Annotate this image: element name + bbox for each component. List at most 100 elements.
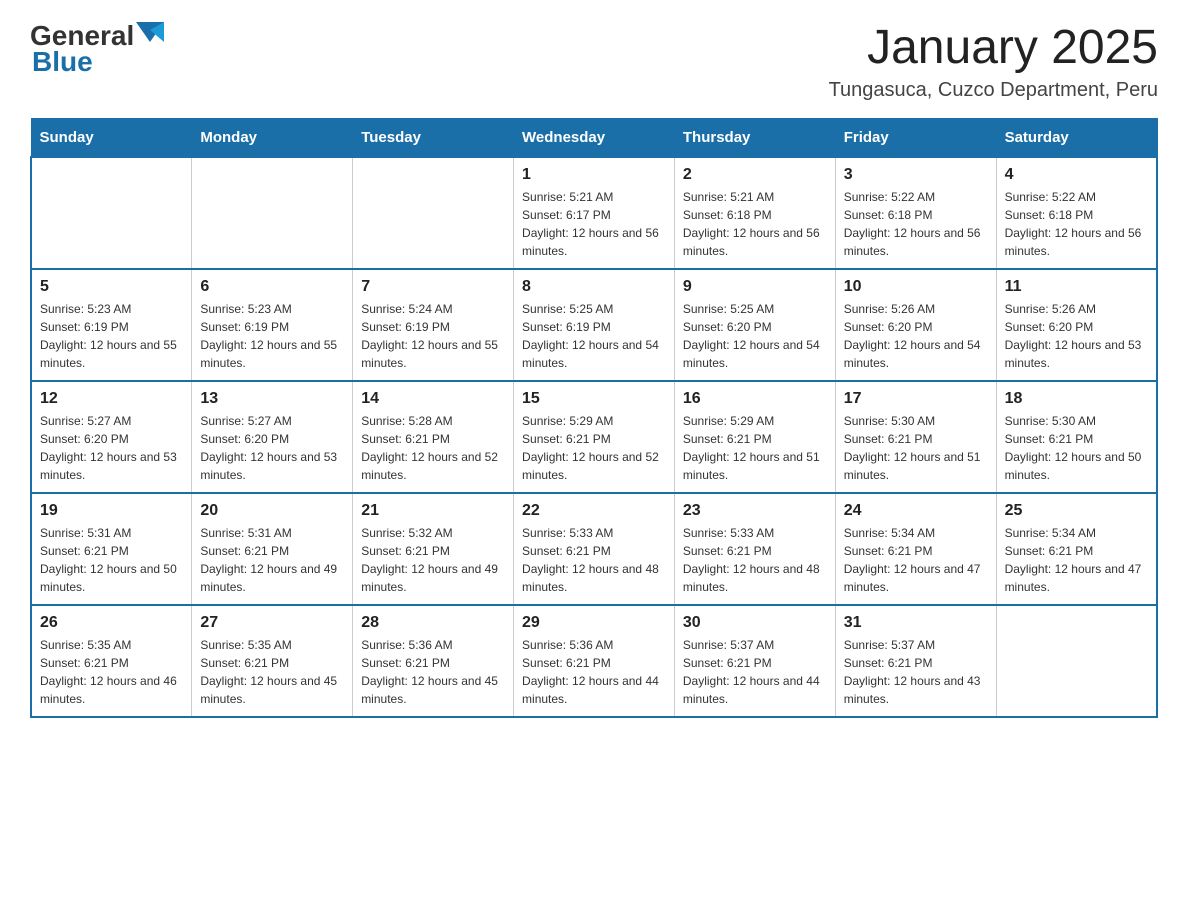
logo-blue-text: Blue <box>32 46 93 78</box>
header-cell-monday: Monday <box>192 119 353 158</box>
day-cell: 16Sunrise: 5:29 AMSunset: 6:21 PMDayligh… <box>674 381 835 493</box>
day-cell: 24 Sunrise: 5:34 AMSunset: 6:21 PMDayligh… <box>835 493 996 605</box>
day-cell <box>192 157 353 269</box>
day-number: 31 <box>844 614 988 632</box>
day-cell: 3 Sunrise: 5:22 AMSunset: 6:18 PMDaylight… <box>835 157 996 269</box>
day-info: Sunrise: 5:27 AMSunset: 6:20 PMDaylight:… <box>40 412 183 484</box>
week-row-3: 12 Sunrise: 5:27 AMSunset: 6:20 PMDayligh… <box>31 381 1157 493</box>
title-area: January 2025 Tungasuca, Cuzco Department… <box>829 20 1158 102</box>
calendar-body: 1Sunrise: 5:21 AMSunset: 6:17 PMDaylight… <box>31 157 1157 717</box>
day-number: 3 <box>844 166 988 184</box>
day-info: Sunrise: 5:29 AMSunset: 6:21 PMDaylight:… <box>522 412 666 484</box>
day-cell: 7 Sunrise: 5:24 AMSunset: 6:19 PMDaylight… <box>353 269 514 381</box>
day-info: Sunrise: 5:30 AMSunset: 6:21 PMDaylight:… <box>844 412 988 484</box>
day-cell: 19 Sunrise: 5:31 AMSunset: 6:21 PMDayligh… <box>31 493 192 605</box>
day-cell: 6 Sunrise: 5:23 AMSunset: 6:19 PMDaylight… <box>192 269 353 381</box>
day-cell: 30Sunrise: 5:37 AMSunset: 6:21 PMDayligh… <box>674 605 835 717</box>
header-row: SundayMondayTuesdayWednesdayThursdayFrid… <box>31 119 1157 158</box>
day-number: 1 <box>522 166 666 184</box>
logo-icon <box>136 22 164 50</box>
day-info: Sunrise: 5:24 AMSunset: 6:19 PMDaylight:… <box>361 300 505 372</box>
header-cell-tuesday: Tuesday <box>353 119 514 158</box>
week-row-1: 1Sunrise: 5:21 AMSunset: 6:17 PMDaylight… <box>31 157 1157 269</box>
day-number: 13 <box>200 390 344 408</box>
day-cell: 13Sunrise: 5:27 AMSunset: 6:20 PMDayligh… <box>192 381 353 493</box>
day-number: 25 <box>1005 502 1148 520</box>
day-cell: 15 Sunrise: 5:29 AMSunset: 6:21 PMDayligh… <box>514 381 675 493</box>
header-cell-friday: Friday <box>835 119 996 158</box>
day-number: 26 <box>40 614 183 632</box>
day-cell: 22Sunrise: 5:33 AMSunset: 6:21 PMDayligh… <box>514 493 675 605</box>
header-cell-sunday: Sunday <box>31 119 192 158</box>
day-info: Sunrise: 5:33 AMSunset: 6:21 PMDaylight:… <box>522 524 666 596</box>
day-info: Sunrise: 5:22 AMSunset: 6:18 PMDaylight:… <box>844 188 988 260</box>
day-cell: 2Sunrise: 5:21 AMSunset: 6:18 PMDaylight… <box>674 157 835 269</box>
day-number: 11 <box>1005 278 1148 296</box>
day-info: Sunrise: 5:31 AMSunset: 6:21 PMDaylight:… <box>200 524 344 596</box>
day-number: 8 <box>522 278 666 296</box>
day-info: Sunrise: 5:25 AMSunset: 6:20 PMDaylight:… <box>683 300 827 372</box>
day-number: 4 <box>1005 166 1148 184</box>
day-number: 12 <box>40 390 183 408</box>
day-info: Sunrise: 5:35 AMSunset: 6:21 PMDaylight:… <box>40 636 183 708</box>
day-cell: 8Sunrise: 5:25 AMSunset: 6:19 PMDaylight… <box>514 269 675 381</box>
page-header: General Blue January 2025 Tungasuca, Cuz… <box>30 20 1158 102</box>
week-row-5: 26 Sunrise: 5:35 AMSunset: 6:21 PMDayligh… <box>31 605 1157 717</box>
calendar-subtitle: Tungasuca, Cuzco Department, Peru <box>829 79 1158 102</box>
day-cell: 27Sunrise: 5:35 AMSunset: 6:21 PMDayligh… <box>192 605 353 717</box>
day-number: 29 <box>522 614 666 632</box>
day-number: 6 <box>200 278 344 296</box>
day-number: 17 <box>844 390 988 408</box>
day-info: Sunrise: 5:26 AMSunset: 6:20 PMDaylight:… <box>1005 300 1148 372</box>
day-number: 9 <box>683 278 827 296</box>
day-info: Sunrise: 5:26 AMSunset: 6:20 PMDaylight:… <box>844 300 988 372</box>
day-info: Sunrise: 5:36 AMSunset: 6:21 PMDaylight:… <box>522 636 666 708</box>
day-info: Sunrise: 5:33 AMSunset: 6:21 PMDaylight:… <box>683 524 827 596</box>
calendar-header: SundayMondayTuesdayWednesdayThursdayFrid… <box>31 119 1157 158</box>
day-number: 30 <box>683 614 827 632</box>
day-number: 10 <box>844 278 988 296</box>
day-info: Sunrise: 5:23 AMSunset: 6:19 PMDaylight:… <box>200 300 344 372</box>
header-cell-wednesday: Wednesday <box>514 119 675 158</box>
day-info: Sunrise: 5:23 AMSunset: 6:19 PMDaylight:… <box>40 300 183 372</box>
day-number: 15 <box>522 390 666 408</box>
day-info: Sunrise: 5:31 AMSunset: 6:21 PMDaylight:… <box>40 524 183 596</box>
day-info: Sunrise: 5:34 AMSunset: 6:21 PMDaylight:… <box>844 524 988 596</box>
day-cell: 28Sunrise: 5:36 AMSunset: 6:21 PMDayligh… <box>353 605 514 717</box>
header-cell-saturday: Saturday <box>996 119 1157 158</box>
day-cell: 9 Sunrise: 5:25 AMSunset: 6:20 PMDaylight… <box>674 269 835 381</box>
day-cell <box>353 157 514 269</box>
day-number: 5 <box>40 278 183 296</box>
day-number: 20 <box>200 502 344 520</box>
day-info: Sunrise: 5:21 AMSunset: 6:18 PMDaylight:… <box>683 188 827 260</box>
day-cell: 12 Sunrise: 5:27 AMSunset: 6:20 PMDayligh… <box>31 381 192 493</box>
day-info: Sunrise: 5:37 AMSunset: 6:21 PMDaylight:… <box>844 636 988 708</box>
day-cell: 4 Sunrise: 5:22 AMSunset: 6:18 PMDaylight… <box>996 157 1157 269</box>
logo: General Blue <box>30 20 166 78</box>
day-number: 28 <box>361 614 505 632</box>
header-cell-thursday: Thursday <box>674 119 835 158</box>
day-number: 18 <box>1005 390 1148 408</box>
day-cell: 23 Sunrise: 5:33 AMSunset: 6:21 PMDayligh… <box>674 493 835 605</box>
day-info: Sunrise: 5:35 AMSunset: 6:21 PMDaylight:… <box>200 636 344 708</box>
day-number: 23 <box>683 502 827 520</box>
calendar-table: SundayMondayTuesdayWednesdayThursdayFrid… <box>30 118 1158 718</box>
day-number: 14 <box>361 390 505 408</box>
day-number: 7 <box>361 278 505 296</box>
day-cell: 11 Sunrise: 5:26 AMSunset: 6:20 PMDayligh… <box>996 269 1157 381</box>
day-cell: 25Sunrise: 5:34 AMSunset: 6:21 PMDayligh… <box>996 493 1157 605</box>
week-row-4: 19 Sunrise: 5:31 AMSunset: 6:21 PMDayligh… <box>31 493 1157 605</box>
day-info: Sunrise: 5:32 AMSunset: 6:21 PMDaylight:… <box>361 524 505 596</box>
day-number: 24 <box>844 502 988 520</box>
day-cell: 20 Sunrise: 5:31 AMSunset: 6:21 PMDayligh… <box>192 493 353 605</box>
day-cell <box>31 157 192 269</box>
calendar-title: January 2025 <box>829 20 1158 75</box>
day-info: Sunrise: 5:30 AMSunset: 6:21 PMDaylight:… <box>1005 412 1148 484</box>
day-cell: 10 Sunrise: 5:26 AMSunset: 6:20 PMDayligh… <box>835 269 996 381</box>
week-row-2: 5 Sunrise: 5:23 AMSunset: 6:19 PMDaylight… <box>31 269 1157 381</box>
day-info: Sunrise: 5:22 AMSunset: 6:18 PMDaylight:… <box>1005 188 1148 260</box>
day-number: 19 <box>40 502 183 520</box>
day-cell: 5 Sunrise: 5:23 AMSunset: 6:19 PMDaylight… <box>31 269 192 381</box>
day-cell <box>996 605 1157 717</box>
day-cell: 26 Sunrise: 5:35 AMSunset: 6:21 PMDayligh… <box>31 605 192 717</box>
